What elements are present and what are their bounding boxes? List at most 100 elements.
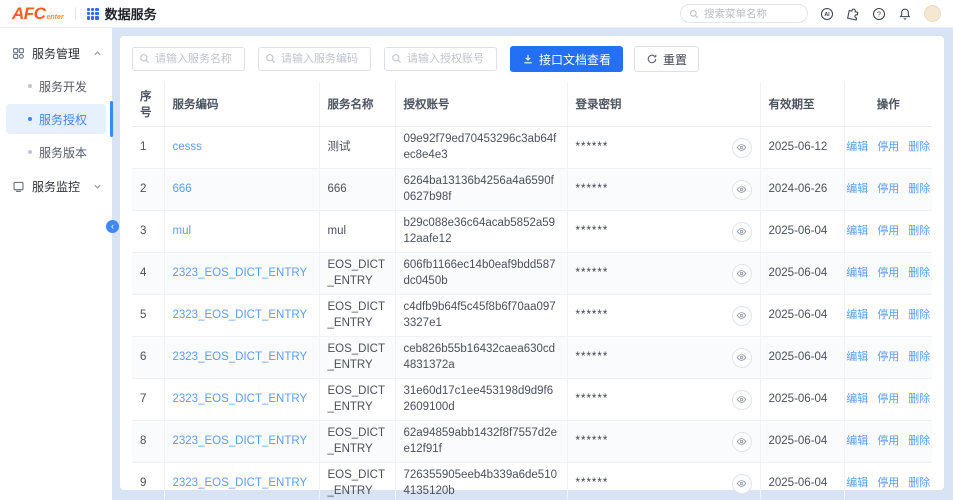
disable-link[interactable]: 停用 [877, 224, 899, 239]
sidebar-item-service-authorization[interactable]: 服务授权 [6, 104, 106, 134]
disable-link[interactable]: 停用 [877, 308, 899, 323]
disable-link[interactable]: 停用 [877, 350, 899, 365]
sidebar-group-service-management[interactable]: 服务管理 [0, 38, 112, 68]
user-avatar[interactable] [924, 5, 941, 22]
disable-link[interactable]: 停用 [877, 434, 899, 449]
eye-icon [736, 268, 747, 279]
edit-link[interactable]: 编辑 [846, 140, 868, 155]
chevron-up-icon [93, 49, 102, 58]
service-code-link[interactable]: cesss [173, 141, 202, 153]
disable-link[interactable]: 停用 [877, 266, 899, 281]
menu-search-box[interactable]: 搜索菜单名称 [680, 4, 808, 23]
eye-icon [736, 394, 747, 405]
show-password-button[interactable] [732, 264, 752, 284]
edit-link[interactable]: 编辑 [846, 392, 868, 407]
reset-button[interactable]: 重置 [634, 46, 699, 72]
help-icon[interactable]: ? [872, 7, 886, 21]
top-header: AFC enter 数据服务 搜索菜单名称 AI ? [0, 0, 953, 28]
table-body: 1cesss测试09e92f79ed70453296c3ab64fec8e4e3… [132, 127, 932, 500]
show-password-button[interactable] [732, 306, 752, 326]
edit-link[interactable]: 编辑 [846, 308, 868, 323]
sidebar-group-label: 服务管理 [32, 45, 80, 62]
bell-icon[interactable] [898, 7, 912, 21]
apps-grid-icon[interactable] [87, 8, 99, 20]
edit-link[interactable]: 编辑 [846, 182, 868, 197]
delete-link[interactable]: 删除 [908, 476, 930, 491]
delete-link[interactable]: 删除 [908, 350, 930, 365]
delete-link[interactable]: 删除 [908, 182, 930, 197]
row-actions: 编辑停用删除 [853, 434, 925, 449]
menu-search-placeholder: 搜索菜单名称 [704, 6, 767, 21]
service-code-link[interactable]: 2323_EOS_DICT_ENTRY [173, 309, 308, 321]
disable-link[interactable]: 停用 [877, 182, 899, 197]
delete-link[interactable]: 删除 [908, 224, 930, 239]
search-icon [139, 53, 150, 64]
service-code-link[interactable]: 2323_EOS_DICT_ENTRY [173, 393, 308, 405]
cell-no: 6 [132, 337, 164, 379]
cell-auth-account: c4dfb9b64f5c45f8b6f70aa0973327e1 [395, 295, 567, 337]
edit-link[interactable]: 编辑 [846, 266, 868, 281]
show-password-button[interactable] [732, 180, 752, 200]
show-password-button[interactable] [732, 390, 752, 410]
row-actions: 编辑停用删除 [853, 140, 925, 155]
cell-valid-until: 2024-06-26 [760, 169, 844, 211]
cell-service-name: EOS_DICT_ENTRY [319, 379, 395, 421]
sidebar-group-label: 服务监控 [32, 178, 80, 195]
cell-valid-until: 2025-06-04 [760, 379, 844, 421]
disable-link[interactable]: 停用 [877, 392, 899, 407]
show-password-button[interactable] [732, 348, 752, 368]
show-password-button[interactable] [732, 138, 752, 158]
api-doc-view-button[interactable]: 接口文档查看 [510, 46, 623, 72]
sidebar-collapse-button[interactable]: ‹ [106, 220, 119, 233]
edit-link[interactable]: 编辑 [846, 434, 868, 449]
delete-link[interactable]: 删除 [908, 140, 930, 155]
edit-link[interactable]: 编辑 [846, 476, 868, 491]
service-code-link[interactable]: 2323_EOS_DICT_ENTRY [173, 351, 308, 363]
cell-service-code: mul [164, 211, 319, 253]
ai-assistant-icon[interactable]: AI [820, 7, 834, 21]
table-row: 26666666264ba13136b4256a4a6590f0627b98f*… [132, 169, 932, 211]
sidebar-group-service-monitoring[interactable]: 服务监控 [0, 171, 112, 201]
bullet-icon [28, 84, 32, 88]
delete-link[interactable]: 删除 [908, 266, 930, 281]
show-password-button[interactable] [732, 432, 752, 452]
service-code-link[interactable]: 2323_EOS_DICT_ENTRY [173, 477, 308, 489]
eye-icon [736, 226, 747, 237]
header-divider [75, 7, 76, 20]
cell-valid-until: 2025-06-04 [760, 421, 844, 463]
table-row: 52323_EOS_DICT_ENTRYEOS_DICT_ENTRYc4dfb9… [132, 295, 932, 337]
edit-link[interactable]: 编辑 [846, 224, 868, 239]
service-code-link[interactable]: 2323_EOS_DICT_ENTRY [173, 267, 308, 279]
sidebar-item-service-version[interactable]: 服务版本 [6, 137, 106, 167]
table-row: 82323_EOS_DICT_ENTRYEOS_DICT_ENTRY62a948… [132, 421, 932, 463]
cell-no: 4 [132, 253, 164, 295]
cell-valid-until: 2025-06-04 [760, 253, 844, 295]
col-header-service-code: 服务编码 [164, 82, 319, 127]
service-code-link[interactable]: 2323_EOS_DICT_ENTRY [173, 435, 308, 447]
disable-link[interactable]: 停用 [877, 140, 899, 155]
show-password-button[interactable] [732, 222, 752, 242]
delete-link[interactable]: 删除 [908, 434, 930, 449]
service-code-link[interactable]: 666 [173, 183, 192, 195]
service-code-link[interactable]: mul [173, 225, 192, 237]
disable-link[interactable]: 停用 [877, 476, 899, 491]
col-header-service-name: 服务名称 [319, 82, 395, 127]
content-card: 接口文档查看 重置 序号 服务编码 服务名称 授权账号 [120, 36, 944, 490]
cell-actions: 编辑停用删除 [844, 169, 932, 211]
cell-service-name: EOS_DICT_ENTRY [319, 295, 395, 337]
show-password-button[interactable] [732, 474, 752, 494]
table-row: 3mulmulb29c088e36c64acab5852a5912aafe12*… [132, 211, 932, 253]
cell-login-key: ****** [567, 127, 760, 169]
edit-link[interactable]: 编辑 [846, 350, 868, 365]
cell-service-name: 666 [319, 169, 395, 211]
delete-link[interactable]: 删除 [908, 392, 930, 407]
page-title: 数据服务 [105, 4, 157, 23]
plugin-puzzle-icon[interactable] [846, 7, 860, 21]
sidebar-item-service-development[interactable]: 服务开发 [6, 71, 106, 101]
delete-link[interactable]: 删除 [908, 308, 930, 323]
cell-auth-account: 726355905eeb4b339a6de5104135120b [395, 463, 567, 500]
cell-service-name: EOS_DICT_ENTRY [319, 253, 395, 295]
cell-auth-account: b29c088e36c64acab5852a5912aafe12 [395, 211, 567, 253]
col-header-valid-until: 有效期至 [760, 82, 844, 127]
sidebar: 服务管理 服务开发 服务授权 服务版本 服务监控 ‹ [0, 28, 112, 500]
